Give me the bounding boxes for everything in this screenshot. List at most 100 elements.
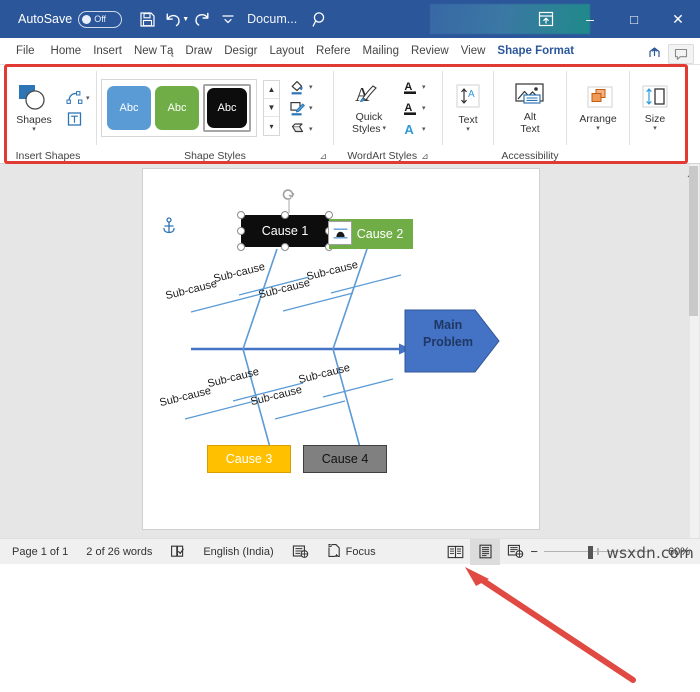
autosave-control[interactable]: AutoSave Off xyxy=(18,10,123,28)
read-mode-icon[interactable] xyxy=(440,539,470,565)
share-icon[interactable] xyxy=(640,42,668,64)
shape-style-swatch-1-label: Abc xyxy=(119,102,139,114)
vertical-scrollbar-thumb[interactable] xyxy=(689,166,698,316)
shape-style-swatch-1[interactable]: Abc xyxy=(107,86,151,130)
tab-insert[interactable]: Insert xyxy=(87,40,128,64)
cause-3-label: Cause 3 xyxy=(225,452,273,466)
search-icon[interactable] xyxy=(311,10,330,29)
tab-new-tab[interactable]: New Tą xyxy=(128,40,179,64)
edit-shape-chevron-down-icon[interactable]: ▾ xyxy=(86,94,90,102)
shape-fill-button[interactable]: ▾ xyxy=(287,78,313,96)
ribbon-display-options-icon[interactable] xyxy=(524,0,568,38)
shape-styles-gallery-scroll[interactable]: ▲ ▼ ▾ xyxy=(263,80,280,136)
svg-text:A: A xyxy=(404,81,412,93)
gallery-more-icon[interactable]: ▾ xyxy=(264,117,279,135)
shape-outline-chevron-down-icon[interactable]: ▾ xyxy=(309,104,313,112)
shape-effects-button[interactable]: ▾ xyxy=(287,120,313,138)
wordart-styles-group-label-text: WordArt Styles xyxy=(347,150,418,162)
wordart-styles-dialog-launcher-icon[interactable]: ⊿ xyxy=(421,148,429,164)
shape-fill-chevron-down-icon[interactable]: ▾ xyxy=(309,83,313,91)
resize-handle-ne[interactable] xyxy=(325,211,333,219)
shape-style-swatch-2[interactable]: Abc xyxy=(155,86,199,130)
tab-layout[interactable]: Layout xyxy=(263,40,310,64)
gallery-scroll-up-icon[interactable]: ▲ xyxy=(264,81,279,99)
tab-draw[interactable]: Draw xyxy=(179,40,218,64)
tab-review[interactable]: Review xyxy=(405,40,455,64)
comments-icon[interactable] xyxy=(668,44,694,64)
vertical-scrollbar[interactable] xyxy=(689,164,699,538)
draw-text-box-button[interactable] xyxy=(64,110,90,128)
resize-handle-nw[interactable] xyxy=(237,211,245,219)
gallery-scroll-down-icon[interactable]: ▼ xyxy=(264,99,279,117)
shape-effects-icon xyxy=(287,120,307,138)
resize-handle-sw[interactable] xyxy=(237,243,245,251)
shape-style-swatch-3-selected[interactable]: Abc xyxy=(203,84,251,132)
text-outline-button[interactable]: A ▾ xyxy=(400,99,426,117)
shape-style-swatch-3[interactable]: Abc xyxy=(207,88,247,128)
document-title[interactable]: Docum... xyxy=(247,12,297,26)
svg-text:A: A xyxy=(404,102,412,114)
tab-view[interactable]: View xyxy=(455,40,492,64)
cause-3-shape[interactable]: Cause 3 xyxy=(207,445,291,473)
text-effects-chevron-down-icon[interactable]: ▾ xyxy=(422,125,426,133)
text-outline-chevron-down-icon[interactable]: ▾ xyxy=(422,104,426,112)
tab-mailings[interactable]: Mailinɡ xyxy=(357,40,405,64)
redo-icon[interactable] xyxy=(189,6,215,32)
main-problem-shape[interactable]: Main Problem xyxy=(415,317,481,351)
autosave-label: AutoSave xyxy=(18,12,73,26)
size-button[interactable]: Size ▾ xyxy=(635,82,675,134)
edit-shape-icon xyxy=(64,89,84,107)
tab-file[interactable]: File xyxy=(10,40,45,64)
tab-references[interactable]: Refere xyxy=(310,40,357,64)
edit-shape-button[interactable]: ▾ xyxy=(64,89,90,107)
wordart-quick-styles-button[interactable]: A Quick Styles ▾ xyxy=(342,80,396,137)
minimize-button[interactable]: – xyxy=(568,0,612,38)
layout-options-icon[interactable] xyxy=(328,221,352,245)
main-problem-label-1: Main xyxy=(433,318,463,332)
status-bar: Page 1 of 1 2 of 26 words English (India… xyxy=(0,538,700,565)
shape-styles-dialog-launcher-icon[interactable]: ⊿ xyxy=(319,148,327,164)
text-fill-chevron-down-icon[interactable]: ▾ xyxy=(422,83,426,91)
svg-text:A: A xyxy=(404,122,414,137)
resize-handle-w[interactable] xyxy=(237,227,245,235)
tab-design[interactable]: Desigr xyxy=(218,40,263,64)
text-direction-button[interactable]: A Text ▾ xyxy=(448,81,488,135)
page-indicator[interactable]: Page 1 of 1 xyxy=(0,539,77,565)
tab-home[interactable]: Home xyxy=(45,40,88,64)
zoom-out-button[interactable]: − xyxy=(530,544,538,559)
shape-effects-chevron-down-icon[interactable]: ▾ xyxy=(309,125,313,133)
wordart-quick-styles-chevron-down-icon[interactable]: ▾ xyxy=(383,125,387,132)
tab-shape-format[interactable]: Shape Format xyxy=(491,40,580,64)
proofing-errors-icon[interactable] xyxy=(161,539,194,565)
document-page: Sub-cause Sub-cause Sub-cause Sub-cause … xyxy=(142,168,540,530)
maximize-button[interactable]: □ xyxy=(612,0,656,38)
shape-outline-button[interactable]: ▾ xyxy=(287,99,313,117)
shape-styles-gallery[interactable]: Abc Abc Abc xyxy=(101,79,257,137)
resize-handle-s[interactable] xyxy=(281,243,289,251)
print-layout-icon[interactable] xyxy=(470,538,501,565)
accessibility-checker-icon[interactable] xyxy=(283,539,318,565)
language-indicator[interactable]: English (India) xyxy=(194,539,282,565)
cause-4-shape[interactable]: Cause 4 xyxy=(303,445,387,473)
save-icon[interactable] xyxy=(134,6,160,32)
alt-text-button[interactable]: Alt Text xyxy=(502,80,558,137)
size-chevron-down-icon[interactable]: ▾ xyxy=(653,125,657,132)
text-effects-button[interactable]: A ▾ xyxy=(400,120,426,138)
resize-handle-n[interactable] xyxy=(281,211,289,219)
autosave-toggle[interactable]: Off xyxy=(78,10,123,28)
shapes-chevron-down-icon[interactable]: ▾ xyxy=(32,126,36,133)
word-count[interactable]: 2 of 26 words xyxy=(77,539,161,565)
close-button[interactable]: ✕ xyxy=(656,0,700,38)
arrange-chevron-down-icon[interactable]: ▾ xyxy=(596,125,600,132)
text-chevron-down-icon[interactable]: ▾ xyxy=(466,126,470,133)
ribbon-filler xyxy=(680,65,700,163)
web-layout-icon[interactable] xyxy=(500,539,530,565)
arrange-button[interactable]: Arrange ▾ xyxy=(572,82,624,134)
text-fill-button[interactable]: A ▾ xyxy=(400,78,426,96)
shapes-button[interactable]: Shapes ▾ xyxy=(10,81,58,135)
qat-more-icon[interactable] xyxy=(215,6,241,32)
shapes-label: Shapes xyxy=(16,114,52,126)
zoom-slider-thumb[interactable] xyxy=(588,545,593,559)
undo-dropdown-icon[interactable]: ▼ xyxy=(182,16,189,23)
focus-mode-button[interactable]: Focus xyxy=(318,539,385,565)
